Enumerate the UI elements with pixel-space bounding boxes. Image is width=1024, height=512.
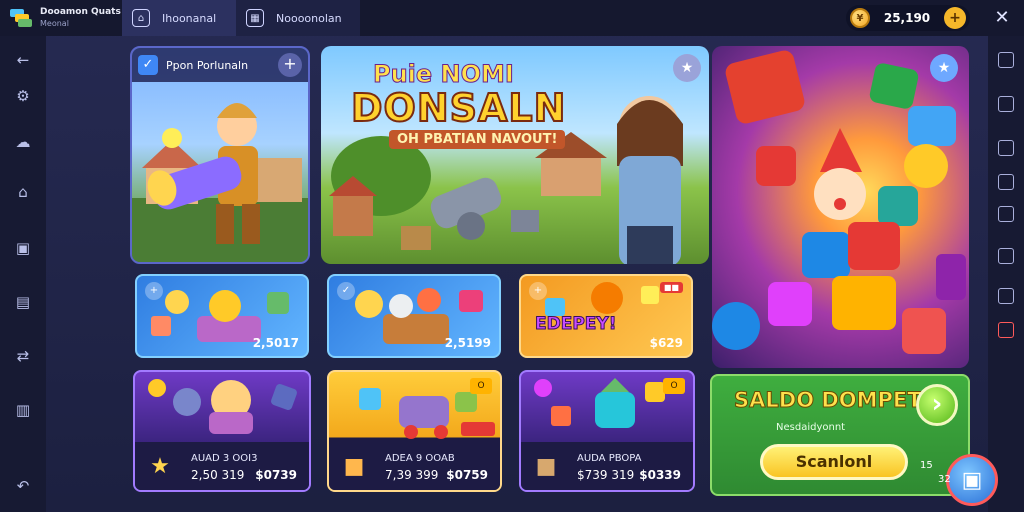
- location-icon[interactable]: [998, 248, 1014, 264]
- image-icon: ▦: [246, 9, 264, 27]
- camera-icon[interactable]: [998, 140, 1014, 156]
- scan-button[interactable]: Scanlonl: [760, 444, 908, 480]
- record-icon[interactable]: [998, 288, 1014, 304]
- offer-word-art: EDEPEY!: [534, 314, 617, 335]
- tab-label: Noooonolan: [276, 11, 342, 25]
- gift-icon: ■: [535, 454, 557, 479]
- blocks-character-art: [712, 50, 966, 354]
- bundle-title: ADEA 9 OOAB: [385, 453, 455, 464]
- offer-price: 2,5199: [444, 336, 491, 350]
- back-arrow-icon[interactable]: ←: [13, 50, 33, 70]
- bundle-title: AUAD 3 OOI3: [191, 453, 258, 464]
- promo-tagline: OH PBATIAN NAVOUT!: [389, 130, 566, 149]
- coin-balance: ¥ 25,190 +: [846, 5, 970, 31]
- bundle-price: 7,39 399: [385, 468, 439, 482]
- bundle-sale-price: $0759: [446, 468, 488, 482]
- close-button[interactable]: ✕: [990, 6, 1014, 30]
- left-sidebar: ← ⚙ ☁ ⌂ ▣ ▤ ⇄ ▥ ↶: [0, 36, 46, 512]
- fab-count: 32: [938, 474, 951, 485]
- bundle-sale-price: $0739: [255, 468, 297, 482]
- grid-icon[interactable]: ▥: [13, 400, 33, 420]
- display-icon[interactable]: [998, 174, 1014, 190]
- game-launcher-window: Dooamon Quats Meonal ⌂ Ihoonanal ▦ Noooo…: [0, 0, 1024, 512]
- bundle-art: [148, 379, 297, 434]
- add-button[interactable]: +: [278, 53, 302, 77]
- wallet-title: SALDO DOMPET: [734, 388, 923, 413]
- swap-icon[interactable]: ⇄: [13, 346, 33, 366]
- folder-icon[interactable]: ▤: [13, 292, 33, 312]
- offer-price: 2,5017: [252, 336, 299, 350]
- home-icon: ⌂: [132, 9, 150, 27]
- tab-label: Ihoonanal: [162, 11, 217, 25]
- promo-headline: DONSALN: [350, 85, 567, 131]
- bundle-price: $739 319: [577, 468, 635, 482]
- home-icon[interactable]: ⌂: [13, 182, 33, 202]
- hero-card-title: Ppon Porlunaln: [166, 58, 249, 72]
- gift-icon: ■: [343, 454, 365, 479]
- app-logo-icon: [10, 9, 32, 27]
- bundle-title: AUDA PBOPA: [577, 453, 642, 464]
- layers-icon[interactable]: [998, 206, 1014, 222]
- coin-balance-value: 25,190: [883, 11, 931, 25]
- shop-bag-fab[interactable]: ▣: [946, 454, 998, 506]
- title-bar: Dooamon Quats Meonal ⌂ Ihoonanal ▦ Noooo…: [0, 0, 1024, 36]
- bundle-card-1[interactable]: ★ AUAD 3 OOI3 2,50 319 $0739: [133, 370, 311, 492]
- app-brand: Dooamon Quats Meonal: [0, 0, 122, 36]
- check-icon[interactable]: ✓: [138, 55, 158, 75]
- bundle-sale-price: $0339: [639, 468, 681, 482]
- tab-gallery[interactable]: ▦ Noooonolan: [236, 0, 360, 36]
- wallet-panel: SALDO DOMPET › Nesdaidyonnt Scanlonl 15: [710, 374, 970, 496]
- hero-card-header: ✓ Ppon Porlunaln +: [132, 48, 308, 82]
- offer-card-1[interactable]: + 2,5017: [135, 274, 309, 358]
- cloud-icon[interactable]: ☁: [13, 132, 33, 152]
- favorite-star-icon[interactable]: ★: [930, 54, 958, 82]
- bundle-tag: O: [663, 378, 685, 394]
- wallet-count: 15: [920, 460, 933, 471]
- right-sidebar: [988, 36, 1024, 512]
- chevron-right-icon[interactable]: ›: [916, 384, 958, 426]
- window-icon[interactable]: ▣: [13, 238, 33, 258]
- alert-icon[interactable]: [998, 322, 1014, 338]
- app-name: Dooamon Quats: [40, 7, 121, 17]
- featured-card-hero[interactable]: ✓ Ppon Porlunaln +: [130, 46, 310, 264]
- bundle-card-2[interactable]: O ■ ADEA 9 OOAB 7,39 399 $0759: [327, 370, 502, 492]
- expand-icon[interactable]: [998, 96, 1014, 112]
- app-subtitle: Meonal: [40, 19, 69, 28]
- bundle-price: 2,50 319: [191, 468, 245, 482]
- coin-icon: ¥: [850, 8, 870, 28]
- offer-card-2[interactable]: ✓ 2,5199: [327, 274, 501, 358]
- wallet-subtitle: Nesdaidyonnt: [776, 422, 846, 433]
- favorite-star-icon[interactable]: ★: [673, 54, 701, 82]
- tab-home[interactable]: ⌂ Ihoonanal: [122, 0, 236, 36]
- settings-icon[interactable]: ⚙: [13, 86, 33, 106]
- shopping-bag-icon: ▣: [961, 467, 983, 493]
- bundle-tag: O: [470, 378, 492, 394]
- promo-banner[interactable]: Puie NOMI DONSALN OH PBATIAN NAVOUT! ★: [321, 46, 709, 264]
- add-coins-button[interactable]: +: [944, 7, 966, 29]
- undo-icon[interactable]: ↶: [13, 476, 33, 496]
- featured-game-art-card[interactable]: ★: [712, 46, 969, 368]
- promo-headline-small: Puie NOMI: [373, 60, 515, 89]
- star-icon: ★: [150, 454, 170, 479]
- offer-price: $629: [649, 336, 683, 350]
- screen-icon[interactable]: [998, 52, 1014, 68]
- offer-card-3[interactable]: + ■■ EDEPEY! $629: [519, 274, 693, 358]
- bundle-card-3[interactable]: O ■ AUDA PBOPA $739 319 $0339: [519, 370, 695, 492]
